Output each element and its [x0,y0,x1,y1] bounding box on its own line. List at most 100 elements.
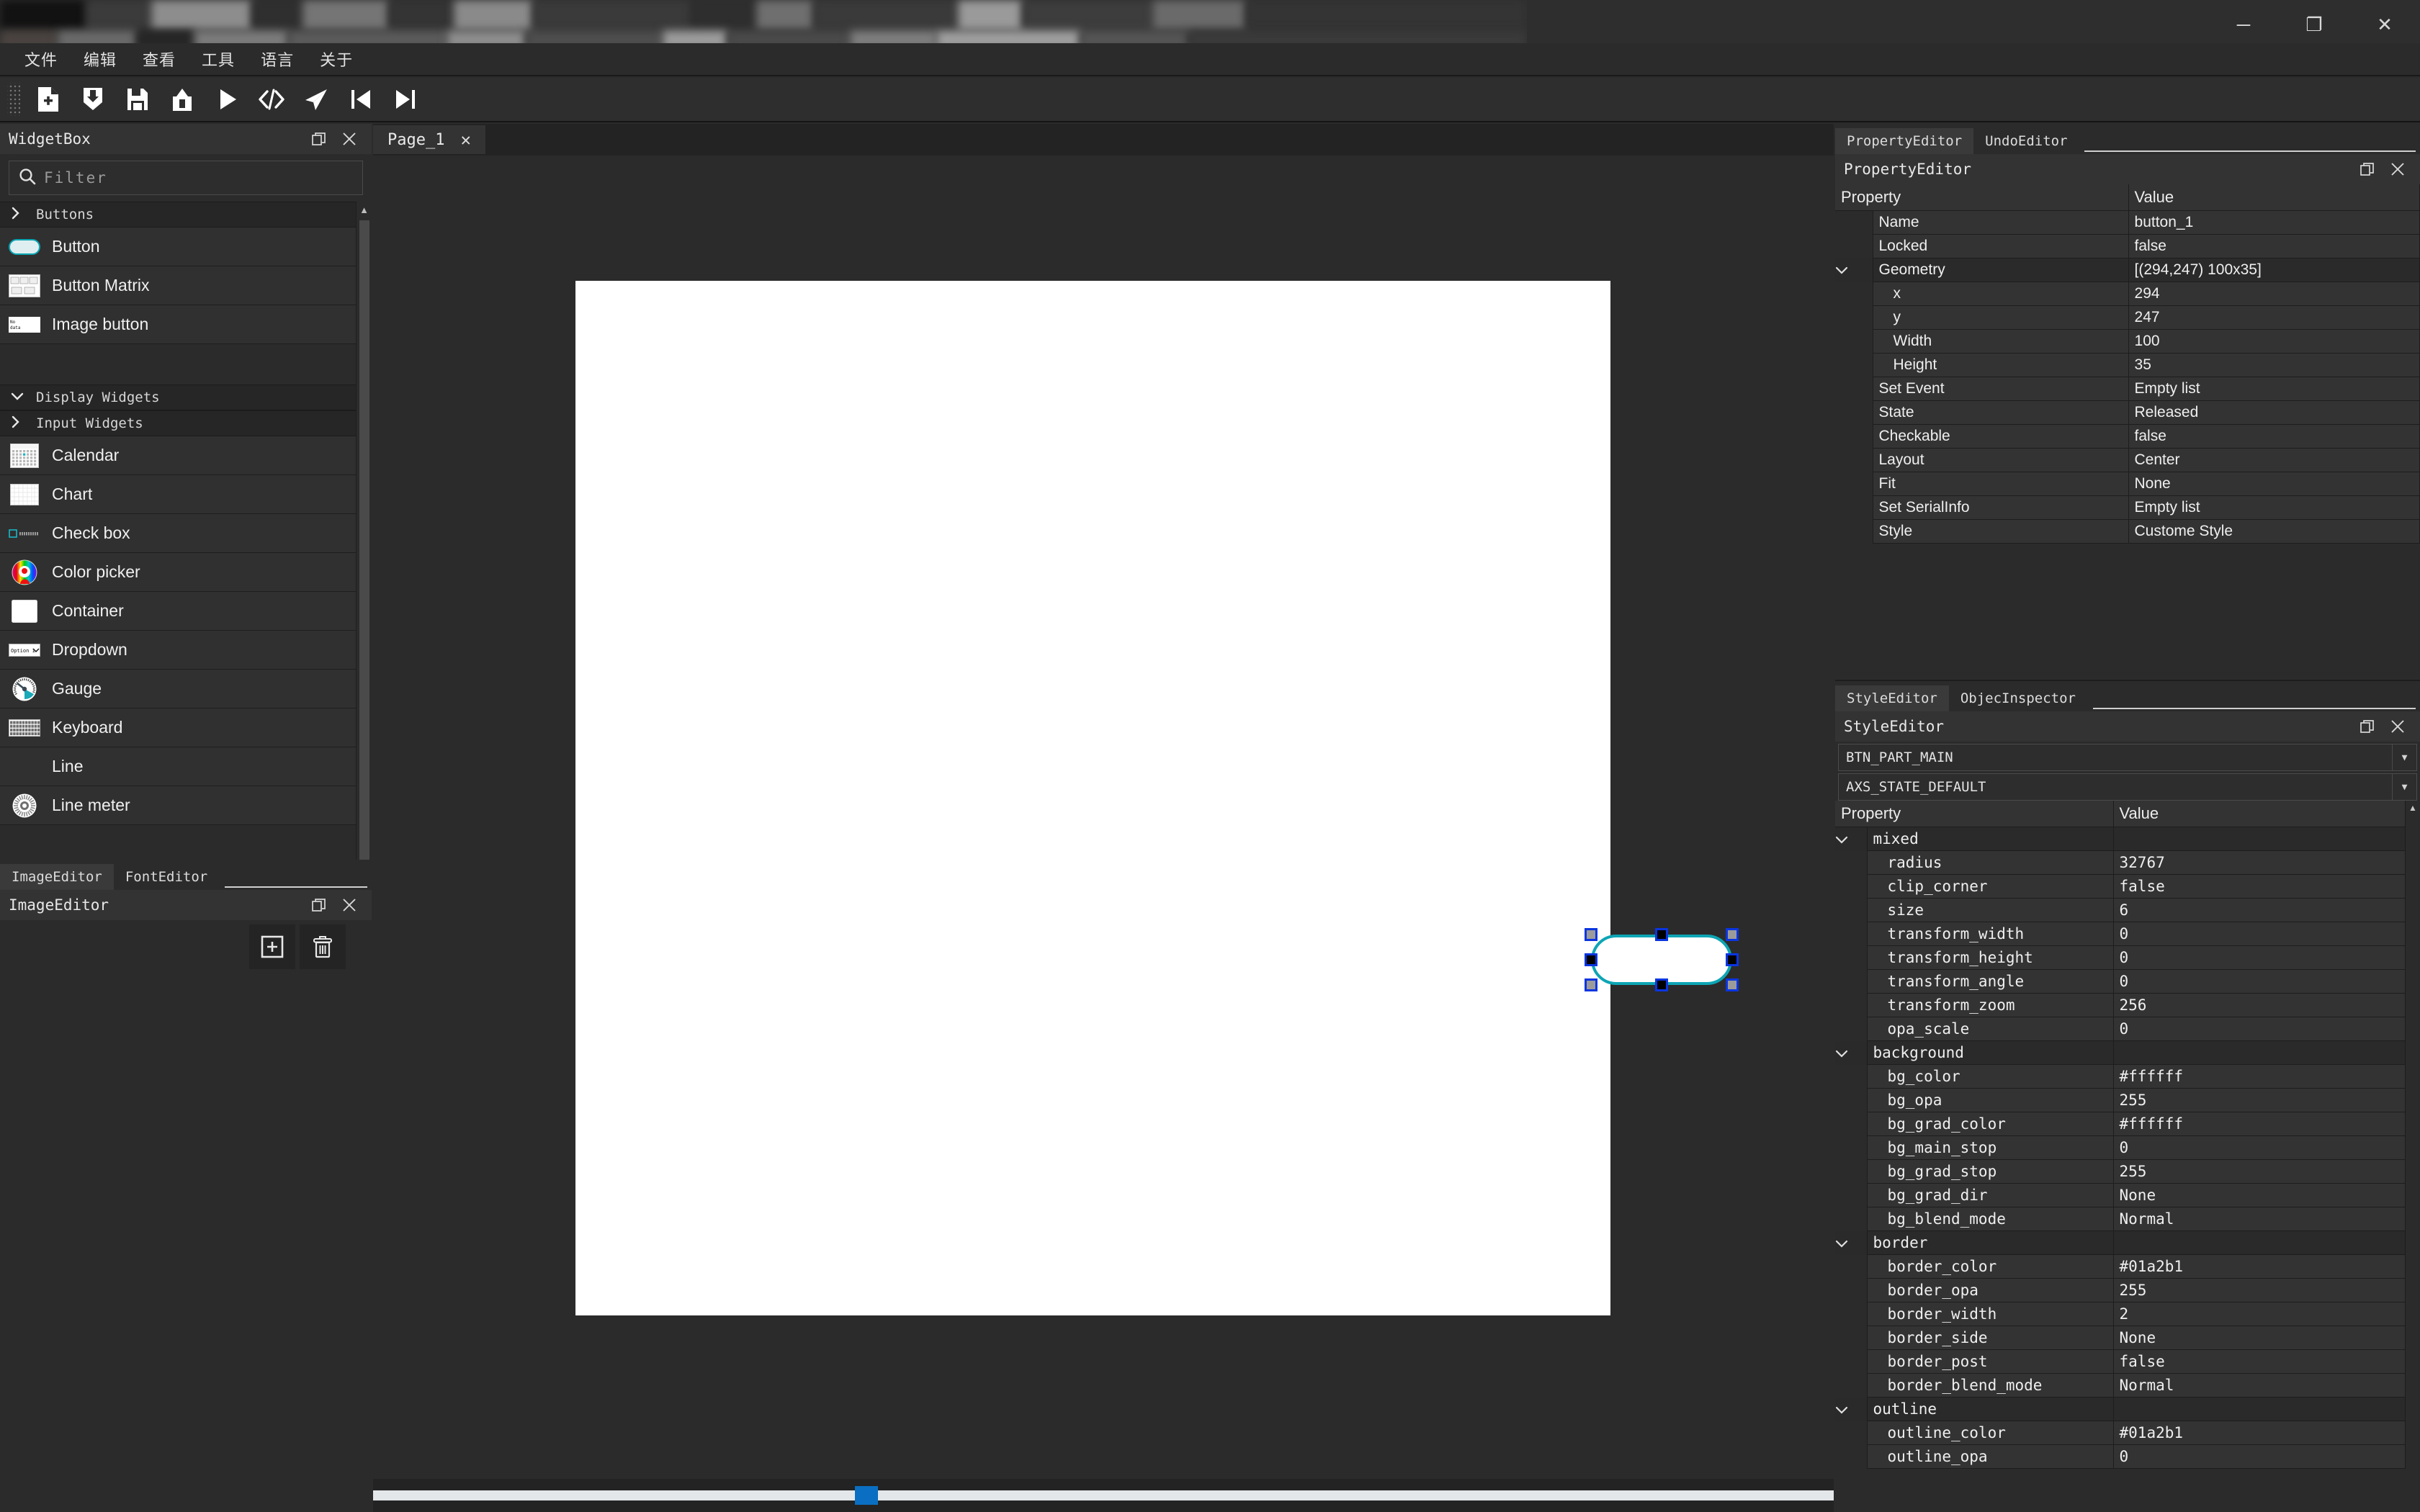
property-value-cell[interactable] [2112,1397,2406,1421]
trash-icon[interactable] [300,924,346,969]
chevron-down-icon[interactable] [1835,1238,1851,1251]
property-row[interactable]: Style Custome Style [1835,519,2420,544]
style-table-scrollbar[interactable]: ▲ ▼ [2406,801,2420,1512]
run-icon[interactable] [205,79,249,120]
close-window-button[interactable]: ✕ [2349,0,2420,49]
property-row[interactable]: outline_opa 0 [1835,1444,2406,1469]
widget-item-button-matrix[interactable]: Button Matrix [0,266,372,305]
canvas-page[interactable] [575,281,1739,1315]
property-table-container[interactable]: Property Value Name button_1 Locked false Ge… [1835,184,2420,680]
next-page-icon[interactable] [383,79,428,120]
widget-item-gauge[interactable]: Gauge [0,670,372,708]
property-row[interactable]: bg_grad_dir None [1835,1183,2406,1207]
menu-about[interactable]: 关于 [307,45,366,73]
resize-handle-bottom-right[interactable] [1726,978,1739,991]
property-value-cell[interactable]: 0 [2112,922,2406,946]
property-value-cell[interactable]: false [2128,234,2420,258]
chevron-right-icon[interactable] [10,415,26,433]
minimize-button[interactable]: ─ [2208,0,2279,49]
new-file-icon[interactable] [26,79,71,120]
property-row[interactable]: border_opa 255 [1835,1278,2406,1302]
property-row[interactable]: Layout Center [1835,448,2420,472]
style-part-select[interactable]: BTN_PART_MAIN ▼ [1838,744,2417,771]
style-table-container[interactable]: Property Value mixed radius 32767 clip_corn… [1835,801,2420,1512]
property-row[interactable]: bg_color #ffffff [1835,1064,2406,1089]
property-value-cell[interactable] [2112,1230,2406,1255]
property-row[interactable]: transform_height 0 [1835,945,2406,970]
property-row[interactable]: bg_opa 255 [1835,1088,2406,1112]
property-row[interactable]: Locked false [1835,234,2420,258]
property-value-cell[interactable]: Center [2128,448,2420,472]
scroll-up-icon[interactable]: ▲ [357,202,372,217]
property-row[interactable]: opa_scale 0 [1835,1017,2406,1041]
property-value-cell[interactable]: #01a2b1 [2112,1421,2406,1445]
selected-button-widget[interactable] [1585,928,1739,991]
chevron-down-icon[interactable]: ▼ [2392,744,2416,770]
property-value-cell[interactable]: 35 [2128,353,2420,377]
property-row[interactable]: Fit None [1835,472,2420,496]
property-row[interactable]: x 294 [1835,282,2420,306]
resize-handle-top-right[interactable] [1726,928,1739,941]
property-value-cell[interactable]: [(294,247) 100x35] [2128,258,2420,282]
widget-item-line-meter[interactable]: Line meter [0,786,372,825]
property-row[interactable]: border_post false [1835,1349,2406,1374]
menu-file[interactable]: 文件 [12,45,71,73]
property-row[interactable]: bg_grad_color #ffffff [1835,1112,2406,1136]
resize-handle-middle-left[interactable] [1585,953,1597,966]
search-input[interactable]: Filter [9,161,363,195]
property-value-cell[interactable]: 6 [2112,898,2406,922]
resize-handle-middle-right[interactable] [1726,953,1739,966]
widget-item-chart[interactable]: Chart [0,475,372,514]
menu-language[interactable]: 语言 [248,45,307,73]
property-value-cell[interactable]: None [2112,1326,2406,1350]
property-value-cell[interactable]: 255 [2112,1088,2406,1112]
property-value-cell[interactable]: 247 [2128,305,2420,330]
property-group-row[interactable]: border [1835,1230,2406,1255]
property-value-cell[interactable]: 0 [2112,1017,2406,1041]
property-value-cell[interactable]: Empty list [2128,377,2420,401]
widget-item-keyboard[interactable]: Keyboard [0,708,372,747]
send-icon[interactable] [294,79,339,120]
property-value-cell[interactable]: 255 [2112,1159,2406,1184]
property-row[interactable]: border_blend_mode Normal [1835,1373,2406,1398]
export-icon[interactable] [160,79,205,120]
widget-group-buttons[interactable]: Buttons [0,202,372,228]
property-row[interactable]: transform_width 0 [1835,922,2406,946]
close-icon[interactable] [2388,717,2407,736]
property-row[interactable]: Height 35 [1835,353,2420,377]
canvas-horizontal-scrollbar[interactable] [373,1479,1834,1512]
scrollbar-track[interactable] [373,1490,1834,1500]
style-state-select[interactable]: AXS_STATE_DEFAULT ▼ [1838,773,2417,801]
button-widget-shape[interactable] [1591,935,1732,985]
property-row[interactable]: border_side None [1835,1326,2406,1350]
property-value-cell[interactable]: 100 [2128,329,2420,354]
scrollbar-thumb[interactable] [855,1486,878,1505]
property-value-cell[interactable]: 256 [2112,993,2406,1017]
maximize-button[interactable]: ❐ [2279,0,2349,49]
resize-handle-top-center[interactable] [1655,928,1668,941]
property-value-cell[interactable]: #ffffff [2112,1112,2406,1136]
property-row[interactable]: border_width 2 [1835,1302,2406,1326]
property-value-cell[interactable]: 294 [2128,282,2420,306]
property-value-cell[interactable]: Empty list [2128,495,2420,520]
restore-icon[interactable] [310,896,328,914]
property-row[interactable]: clip_corner false [1835,874,2406,899]
chevron-down-icon[interactable] [10,390,26,405]
property-value-cell[interactable]: Normal [2112,1207,2406,1231]
widget-item-line[interactable]: Line [0,747,372,786]
property-row[interactable]: transform_angle 0 [1835,969,2406,994]
close-icon[interactable] [340,896,359,914]
property-row[interactable]: bg_blend_mode Normal [1835,1207,2406,1231]
chevron-down-icon[interactable] [1835,1404,1851,1417]
scroll-up-icon[interactable]: ▲ [2406,801,2420,815]
tab-imageeditor[interactable]: ImageEditor [0,864,114,890]
property-row[interactable]: transform_zoom 256 [1835,993,2406,1017]
chevron-down-icon[interactable] [1835,834,1851,847]
property-row[interactable]: size 6 [1835,898,2406,922]
design-canvas[interactable] [373,156,1834,1479]
widget-list-scrollbar[interactable]: ▲ ▼ [356,202,372,870]
open-file-icon[interactable] [71,79,115,120]
property-value-cell[interactable]: button_1 [2128,210,2420,235]
widget-item-color-picker[interactable]: Color picker [0,553,372,592]
property-group-row[interactable]: background [1835,1040,2406,1065]
